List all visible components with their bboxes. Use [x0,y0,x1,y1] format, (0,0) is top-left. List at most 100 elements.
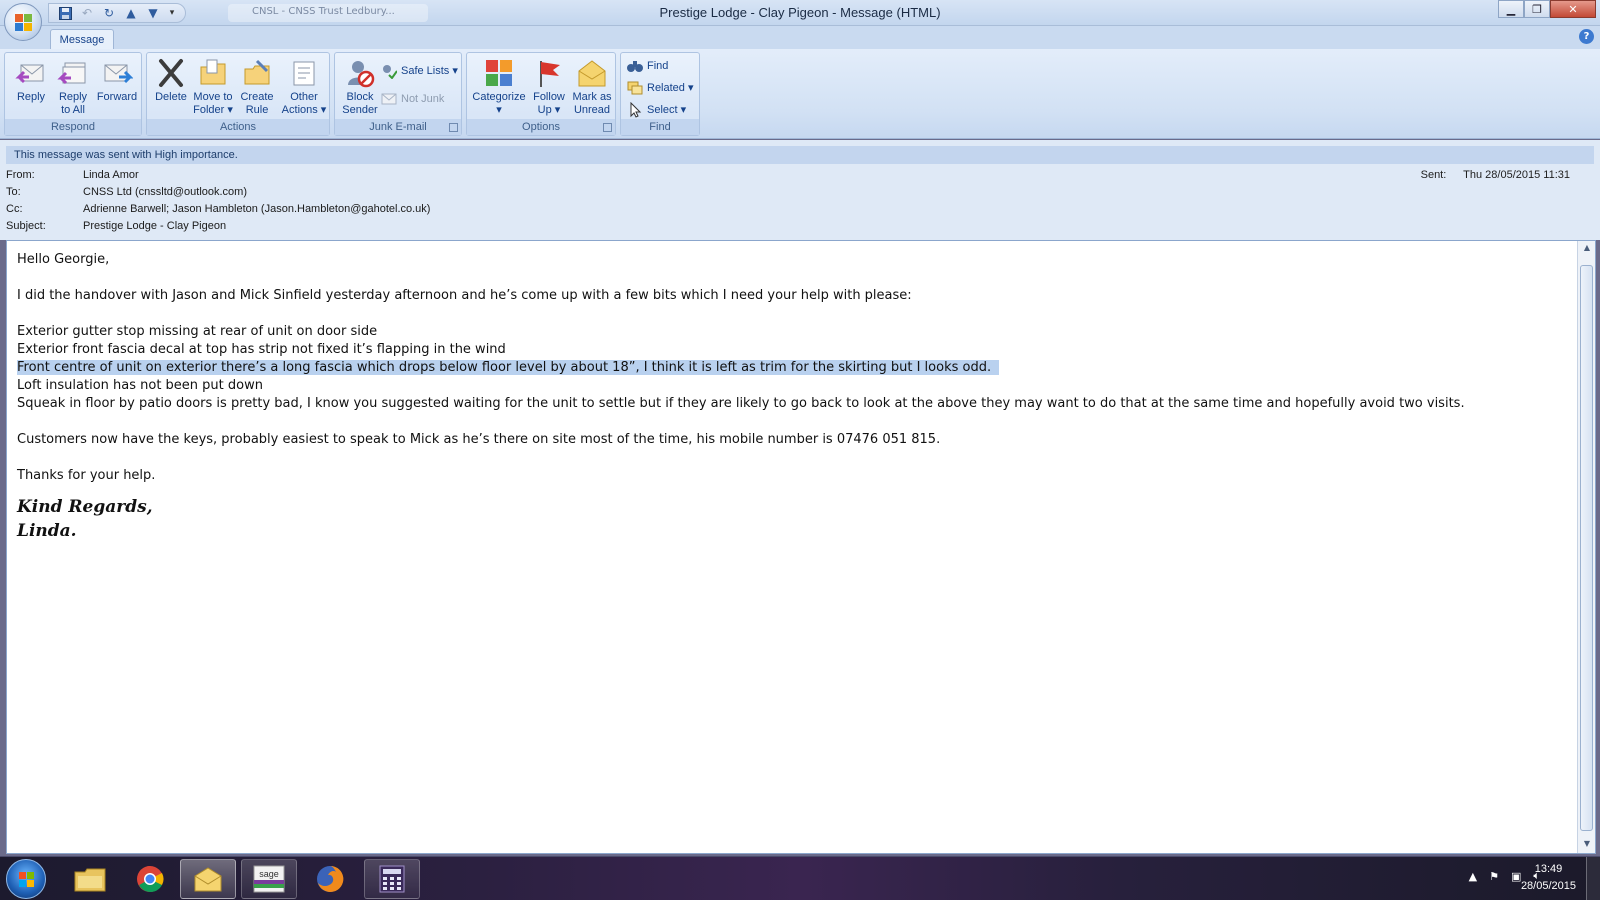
delete-button[interactable]: Delete [151,57,191,119]
create-rule-button[interactable]: Create Rule [237,57,277,119]
intro-paragraph: I did the handover with Jason and Mick S… [17,288,912,303]
window-controls: ▁ ❐ ✕ [1498,0,1596,18]
calculator-icon [379,865,405,893]
options-group-label: Options [467,119,615,135]
importance-banner: This message was sent with High importan… [6,146,1594,164]
close-button[interactable]: ✕ [1550,0,1596,18]
to-value[interactable]: CNSS Ltd (cnssltd@outlook.com) [83,184,247,201]
network-icon[interactable]: ▣ [1511,870,1521,883]
forward-button[interactable]: Forward [95,57,139,119]
forward-icon [101,57,134,89]
reply-icon [15,57,47,89]
save-icon[interactable] [55,4,75,22]
show-desktop-button[interactable] [1586,857,1600,900]
message-header: This message was sent with High importan… [0,140,1600,240]
taskbar-outlook[interactable] [180,859,236,899]
cc-value[interactable]: Adrienne Barwell; Jason Hambleton (Jason… [83,201,430,218]
ribbon-tab-bar: Message ? [0,26,1600,50]
maximize-button[interactable]: ❐ [1524,0,1550,18]
svg-text:sage: sage [259,869,279,879]
chrome-icon [137,866,164,892]
office-button[interactable] [4,3,42,41]
show-hidden-icons-icon[interactable]: ▲ [1469,870,1477,883]
undo-icon[interactable]: ↶ [77,4,97,22]
signature-line: Linda. [17,521,77,541]
binoculars-icon [627,58,643,74]
junk-email-group: Block Sender Safe Lists ▾ Not Junk Junk … [334,52,462,136]
options-dialog-launcher-icon[interactable] [603,123,612,132]
tab-message[interactable]: Message [50,29,114,50]
from-label: From: [6,169,35,181]
redo-icon[interactable]: ↻ [99,4,119,22]
categorize-button[interactable]: Categorize ▾ [469,57,529,119]
related-button[interactable]: Related ▾ [627,78,694,98]
related-messages-icon [627,80,643,96]
firefox-icon [317,865,344,892]
minimize-button[interactable]: ▁ [1498,0,1524,18]
find-group: Find Related ▾ Select ▾ Find [620,52,700,136]
customize-toolbar-icon[interactable]: ▾ [165,8,179,18]
find-button[interactable]: Find [627,56,668,76]
reply-button[interactable]: Reply [11,57,51,119]
help-icon[interactable]: ? [1579,29,1594,44]
message-text: Hello Georgie, I did the handover with J… [17,251,1557,543]
outlook-icon [194,867,222,892]
office-logo-icon [15,14,33,32]
create-rule-icon [241,57,273,89]
ribbon: Reply Reply to All Forward Respond Delet… [0,49,1600,139]
scroll-thumb[interactable] [1580,265,1593,831]
find-group-label: Find [621,119,699,135]
subject-value: Prestige Lodge - Clay Pigeon [83,220,227,232]
follow-up-flag-icon [533,57,565,89]
safe-lists-icon [381,63,398,80]
actions-group: Delete Move to Folder ▾ Create Rule Othe… [146,52,330,136]
thanks-line: Thanks for your help. [17,468,156,483]
greeting: Hello Georgie, [17,252,110,267]
select-button[interactable]: Select ▾ [627,100,686,120]
taskbar-sage[interactable]: sage [241,859,297,899]
other-actions-button[interactable]: Other Actions ▾ [281,57,327,119]
reply-all-icon [57,57,89,89]
other-actions-icon [288,57,320,89]
block-sender-button[interactable]: Block Sender [339,57,381,119]
selected-text: Front centre of unit on exterior there’s… [17,360,1000,375]
safe-lists-button[interactable]: Safe Lists ▾ [381,61,458,81]
start-button[interactable] [6,859,46,899]
customers-paragraph: Customers now have the keys, probably ea… [17,432,941,447]
actions-group-label: Actions [147,119,329,135]
mark-as-unread-button[interactable]: Mark as Unread [569,57,615,119]
taskbar-calculator[interactable] [364,859,420,899]
background-window-tab: CNSL - CNSS Trust Ledbury... [228,4,428,22]
taskbar: sage ▲ ⚑ ▣ 🔈︎ 13:49 28/05/2015 [0,856,1600,900]
taskbar-explorer[interactable] [62,859,118,899]
clock-date: 28/05/2015 [1520,880,1576,892]
mark-as-unread-icon [576,57,608,89]
clock[interactable]: 13:49 28/05/2015 [1521,861,1576,895]
block-sender-icon [344,57,376,89]
vertical-scrollbar[interactable]: ▲ ▼ [1577,241,1595,853]
not-junk-button[interactable]: Not Junk [381,89,444,109]
move-to-folder-button[interactable]: Move to Folder ▾ [191,57,235,119]
from-value[interactable]: Linda Amor [83,167,139,184]
scroll-down-icon[interactable]: ▼ [1579,837,1595,851]
subject-label: Subject: [6,220,46,232]
scroll-up-icon[interactable]: ▲ [1579,241,1595,255]
sent-value: Thu 28/05/2015 11:31 [1463,169,1570,181]
title-bar: Prestige Lodge - Clay Pigeon - Message (… [0,0,1600,26]
windows-logo-icon [19,872,35,888]
list-item: Exterior front fascia decal at top has s… [17,342,506,357]
follow-up-button[interactable]: Follow Up ▾ [529,57,569,119]
message-body[interactable]: Hello Georgie, I did the handover with J… [6,240,1596,854]
move-to-folder-icon [197,57,229,89]
next-item-icon[interactable]: ▼ [143,4,163,22]
respond-group-label: Respond [5,119,141,135]
previous-item-icon[interactable]: ▲ [121,4,141,22]
action-center-flag-icon[interactable]: ⚑ [1489,870,1499,883]
categorize-icon [483,57,515,89]
options-group: Categorize ▾ Follow Up ▾ Mark as Unread … [466,52,616,136]
delete-icon [155,57,187,89]
taskbar-firefox[interactable] [302,859,358,899]
reply-all-button[interactable]: Reply to All [53,57,93,119]
junk-dialog-launcher-icon[interactable] [449,123,458,132]
taskbar-chrome[interactable] [122,859,178,899]
